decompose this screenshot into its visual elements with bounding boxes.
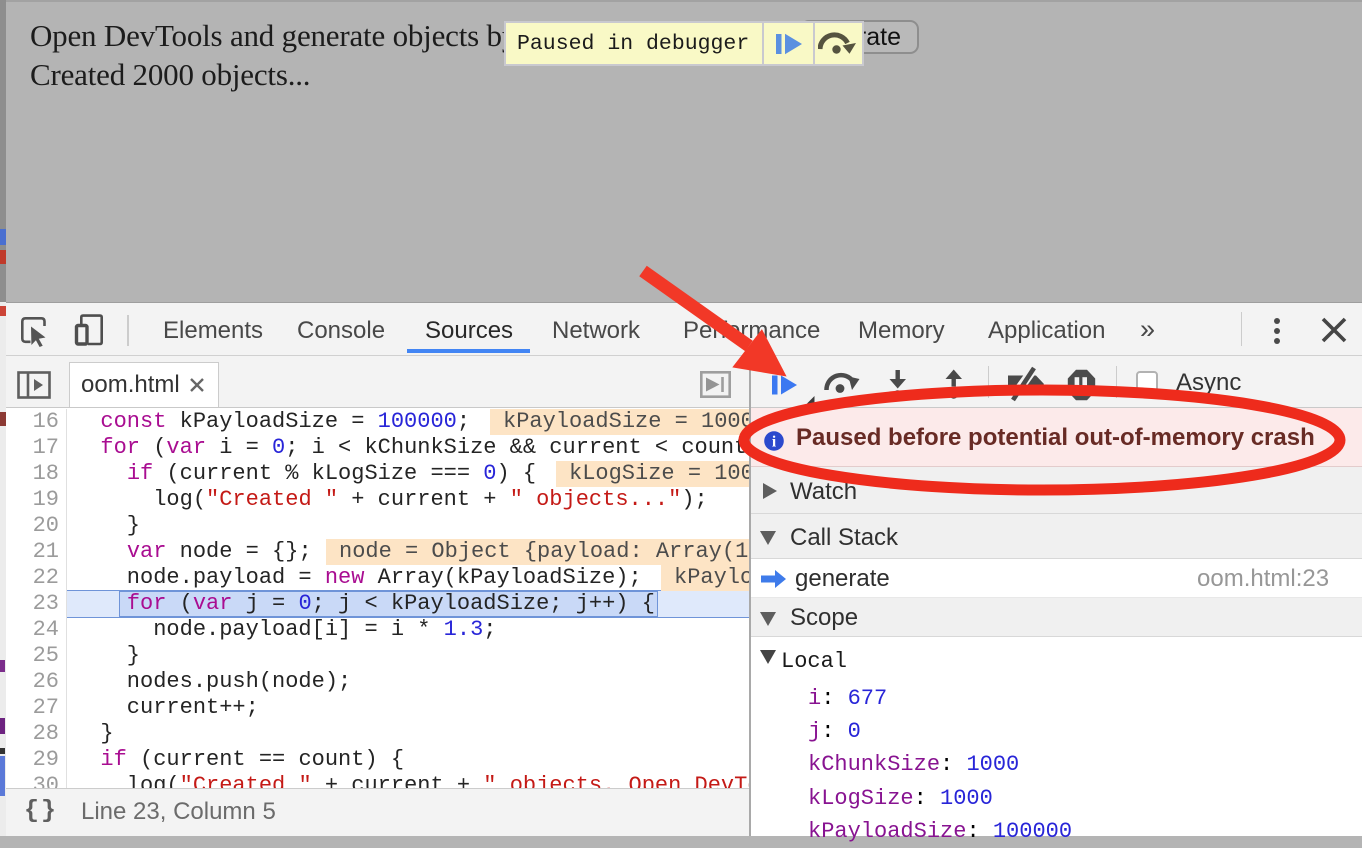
svg-text:i: i [772, 434, 777, 451]
